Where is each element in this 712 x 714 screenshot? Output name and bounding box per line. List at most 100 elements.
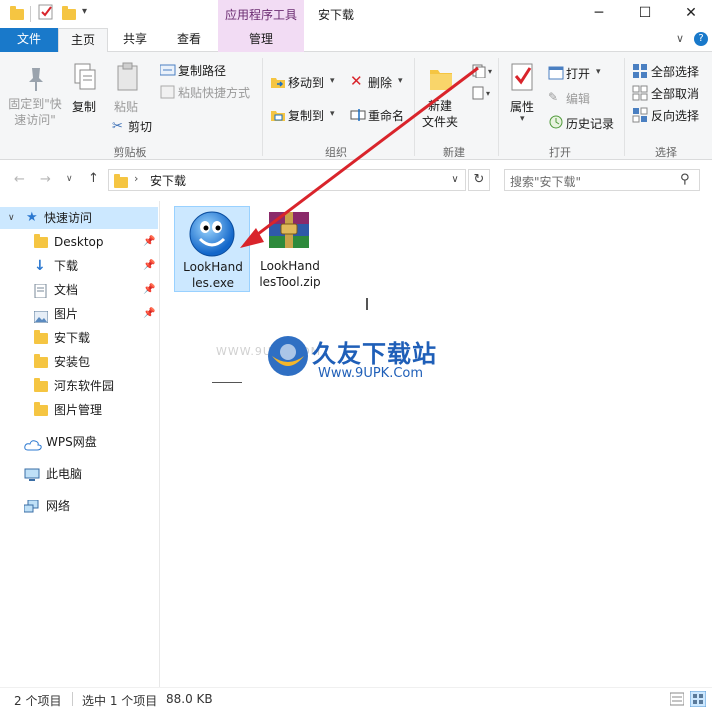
invert-selection-icon [632,107,648,126]
open-dropdown-icon[interactable]: ▾ [596,67,601,77]
copy-path-button[interactable]: 复制路径 [178,62,226,79]
watermark-url: Www.9UPK.Com [318,366,424,381]
select-all-icon [632,63,648,82]
ribbon-separator [498,58,499,156]
close-button[interactable]: ✕ [668,0,712,28]
sidebar-item-network[interactable]: 网络 [0,495,158,517]
collapse-ribbon-icon[interactable]: ∨ [676,32,684,45]
search-placeholder: 搜索"安下载" [510,175,582,189]
maximize-button[interactable]: ☐ [622,0,668,28]
sidebar-item-anxiazai[interactable]: 安下载 [0,327,158,349]
select-group-label: 选择 [655,146,677,159]
recent-locations-icon[interactable]: ∨ [66,174,73,184]
sidebar-item-hedong[interactable]: 河东软件园 [0,375,158,397]
sidebar-item-label: 快速访问 [44,211,93,225]
paste-button[interactable]: 粘贴 [114,98,138,115]
file-name: LookHand lesTool.zip [259,259,321,289]
watermark-brand: 久友下载站 [312,340,437,368]
sidebar-item-label: 图片 [54,307,79,321]
open-icon [548,66,564,83]
folder-icon[interactable] [10,4,28,22]
tab-manage[interactable]: 管理 [218,28,304,52]
select-none-button[interactable]: 全部取消 [651,85,699,102]
sidebar-item-installers[interactable]: 安装包 [0,351,158,373]
context-group-title: 应用程序工具 [224,8,297,22]
properties-check-icon[interactable] [38,4,56,22]
folder-icon [34,402,48,416]
properties-dropdown-icon[interactable]: ▾ [520,114,525,124]
selection-count: 选中 1 个项目 [82,694,158,708]
copy-button[interactable]: 复制 [72,98,96,115]
properties-icon [510,62,536,97]
tab-share[interactable]: 共享 [112,28,158,52]
ribbon-separator [624,58,625,156]
pin-icon[interactable]: 📌 [143,231,155,253]
cut-button[interactable]: 剪切 [128,118,152,135]
sidebar-item-label: 此电脑 [46,467,83,481]
customize-quick-access-icon[interactable]: ▾ [82,6,87,17]
folder-icon [34,378,48,392]
open-button[interactable]: 打开 [566,65,590,82]
help-icon[interactable]: ? [694,32,708,46]
watermark-logo-icon [264,332,312,383]
text-cursor-mark [366,298,368,310]
tab-view[interactable]: 查看 [166,28,212,52]
sidebar-item-label: WPS网盘 [46,435,97,449]
annotation-arrow [240,66,479,248]
sidebar-item-picture-manager[interactable]: 图片管理 [0,399,158,421]
selection-size: 88.0 KB [166,692,213,706]
breadcrumb-separator-icon[interactable]: › [134,172,138,185]
edit-pencil-icon: ✎ [548,90,559,104]
pin-icon[interactable]: 📌 [143,255,155,277]
sidebar-item-label: 网络 [46,499,71,513]
paste-shortcut-icon [160,85,176,102]
pin-quick-access-button[interactable]: 固定到"快速访问" [6,96,64,128]
sidebar-item-pictures[interactable]: 图片 📌 [0,303,158,325]
select-all-button[interactable]: 全部选择 [651,63,699,80]
download-icon: ↓ [34,258,46,274]
folder-icon [34,234,48,248]
file-name: LookHand les.exe [183,260,243,290]
search-icon[interactable]: ⚲ [680,172,690,187]
decorative-dash [212,382,242,383]
copy-path-icon [159,64,176,79]
item-count: 2 个项目 [14,694,62,708]
minimize-button[interactable]: ─ [576,0,622,28]
forward-arrow-icon[interactable]: → [40,172,51,187]
sidebar-item-downloads[interactable]: ↓ 下载 📌 [0,255,158,277]
window-title: 安下载 [318,8,355,22]
sidebar-item-label: 安装包 [54,355,91,369]
sidebar-item-label: 文档 [54,283,79,297]
breadcrumb-current[interactable]: 安下载 [150,172,186,189]
folder-icon [34,330,48,344]
pin-icon [24,64,48,97]
details-view-icon[interactable] [669,692,685,709]
back-arrow-icon[interactable]: ← [14,172,25,187]
new-folder-quick-icon[interactable] [62,4,80,22]
sidebar-item-label: Desktop [54,235,104,249]
tab-file[interactable]: 文件 [0,28,58,52]
network-icon [23,499,40,521]
edit-button[interactable]: 编辑 [566,90,590,107]
sidebar-item-quick-access[interactable]: ∨ ★ 快速访问 [0,207,158,229]
sidebar-item-documents[interactable]: 文档 📌 [0,279,158,301]
sidebar-item-desktop[interactable]: Desktop 📌 [0,231,158,253]
qa-divider [30,6,31,22]
status-divider [72,692,73,706]
scissors-icon: ✂ [112,119,123,134]
paste-icon [116,62,140,97]
large-icons-view-icon[interactable] [689,690,707,710]
properties-button[interactable]: 属性 [510,98,534,115]
sidebar-item-this-pc[interactable]: 此电脑 [0,463,158,485]
pin-icon[interactable]: 📌 [143,279,155,301]
invert-selection-button[interactable]: 反向选择 [651,107,699,124]
copy-icon [72,62,98,97]
cloud-icon [24,436,42,458]
history-button[interactable]: 历史记录 [566,115,614,132]
folder-icon [34,354,48,368]
tab-home[interactable]: 主页 [58,28,108,53]
open-group-label: 打开 [549,146,571,159]
sidebar-item-wps-cloud[interactable]: WPS网盘 [0,431,158,453]
pin-icon[interactable]: 📌 [143,303,155,325]
up-arrow-icon[interactable]: ↑ [88,171,99,186]
